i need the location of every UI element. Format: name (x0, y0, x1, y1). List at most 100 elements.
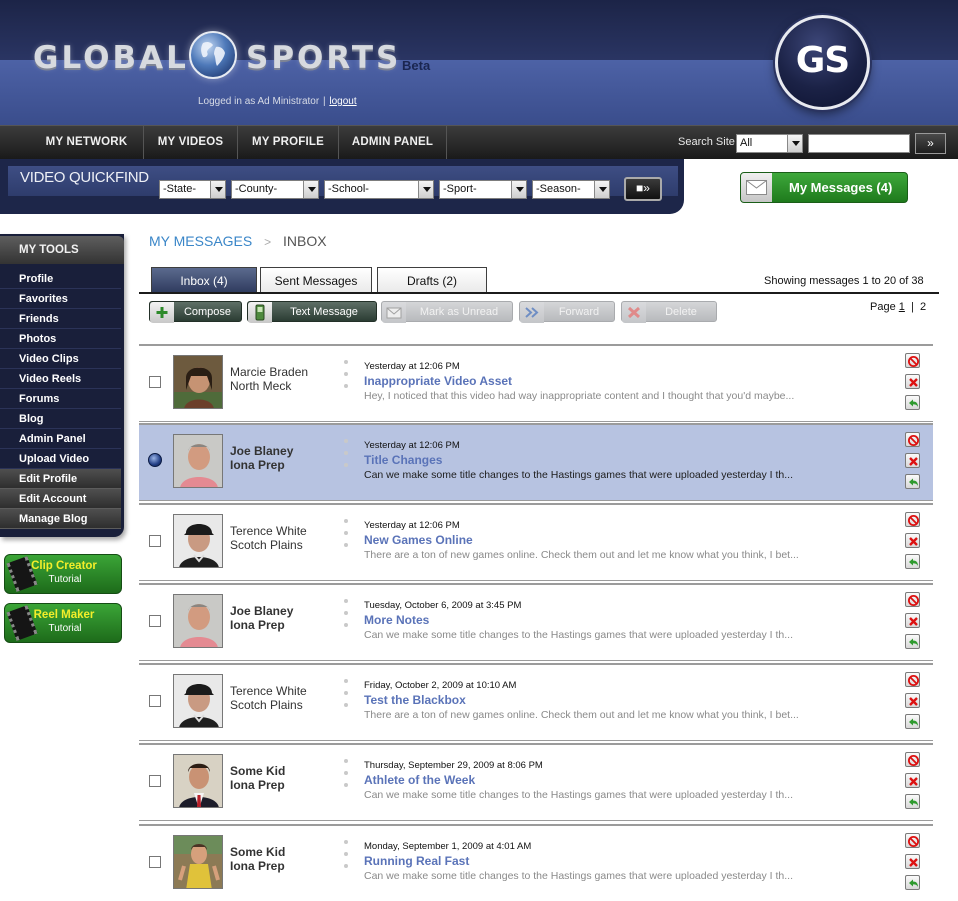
globe-icon[interactable] (189, 31, 237, 79)
block-icon[interactable] (905, 592, 920, 607)
sidebar-item-forums[interactable]: Forums (0, 389, 121, 409)
delete-button[interactable]: Delete (621, 301, 717, 323)
delete-icon[interactable] (905, 453, 920, 468)
message-row[interactable]: Some Kid Iona Prep Thursday, September 2… (139, 743, 933, 821)
message-checkbox[interactable] (149, 615, 161, 627)
forward-button[interactable]: Forward (519, 301, 615, 323)
compose-button[interactable]: Compose (149, 301, 242, 323)
forward-arrows-icon (520, 302, 544, 323)
avatar[interactable] (173, 835, 223, 889)
envelope-icon (741, 173, 772, 202)
message-subject[interactable]: Athlete of the Week (364, 773, 475, 787)
sender: Some Kid Iona Prep (230, 764, 285, 792)
delete-icon[interactable] (905, 773, 920, 788)
search-scope-select[interactable]: All (736, 134, 803, 153)
message-row[interactable]: Marcie Braden North Meck Yesterday at 12… (139, 344, 933, 422)
sport-select[interactable]: -Sport- (439, 180, 527, 199)
page-1-link[interactable]: 1 (899, 301, 905, 313)
season-select[interactable]: -Season- (532, 180, 610, 199)
sidebar-item-admin-panel[interactable]: Admin Panel (0, 429, 121, 449)
separator-dots (344, 840, 348, 880)
message-subject[interactable]: More Notes (364, 613, 429, 627)
tab-drafts[interactable]: Drafts (2) (377, 267, 487, 293)
sidebar-item-video-reels[interactable]: Video Reels (0, 369, 121, 389)
breadcrumb-my-messages[interactable]: MY MESSAGES (149, 233, 252, 249)
nav-my-videos[interactable]: MY VIDEOS (144, 126, 237, 160)
sidebar-item-favorites[interactable]: Favorites (0, 289, 121, 309)
breadcrumb-current: INBOX (283, 233, 327, 249)
message-row[interactable]: Terence White Scotch Plains Friday, Octo… (139, 663, 933, 741)
message-preview: There are a ton of new games online. Che… (364, 549, 799, 561)
reply-icon[interactable] (905, 554, 920, 569)
logo-global-word[interactable]: GLOBAL (33, 40, 189, 76)
block-icon[interactable] (905, 512, 920, 527)
page-2-link[interactable]: 2 (920, 301, 926, 313)
message-subject[interactable]: Inappropriate Video Asset (364, 374, 512, 388)
message-checkbox[interactable] (149, 535, 161, 547)
reply-icon[interactable] (905, 794, 920, 809)
nav-admin-panel[interactable]: ADMIN PANEL (339, 126, 446, 160)
quickfind-go-button[interactable]: ■» (624, 177, 662, 201)
state-select[interactable]: -State- (159, 180, 226, 199)
reply-icon[interactable] (905, 395, 920, 410)
message-checkbox[interactable] (149, 695, 161, 707)
message-checkbox[interactable] (149, 856, 161, 868)
county-select[interactable]: -County- (231, 180, 319, 199)
tab-sent-messages[interactable]: Sent Messages (260, 267, 372, 293)
delete-icon[interactable] (905, 533, 920, 548)
reply-icon[interactable] (905, 634, 920, 649)
selected-globe-icon[interactable] (148, 453, 162, 467)
sidebar-item-edit-account[interactable]: Edit Account (0, 489, 121, 509)
tab-inbox[interactable]: Inbox (4) (151, 267, 257, 293)
message-row[interactable]: Joe Blaney Iona Prep Tuesday, October 6,… (139, 583, 933, 661)
sidebar-item-manage-blog[interactable]: Manage Blog (0, 509, 121, 529)
sidebar-item-edit-profile[interactable]: Edit Profile (0, 469, 121, 489)
message-checkbox[interactable] (149, 376, 161, 388)
mark-as-unread-button[interactable]: Mark as Unread (381, 301, 513, 323)
reel-maker-tutorial-button[interactable]: Reel Maker Tutorial (4, 603, 122, 643)
message-subject[interactable]: Title Changes (364, 453, 442, 467)
message-checkbox[interactable] (149, 775, 161, 787)
sidebar-item-profile[interactable]: Profile (0, 269, 121, 289)
avatar[interactable] (173, 434, 223, 488)
nav-my-profile[interactable]: MY PROFILE (238, 126, 338, 160)
block-icon[interactable] (905, 672, 920, 687)
reply-icon[interactable] (905, 474, 920, 489)
school-select[interactable]: -School- (324, 180, 434, 199)
gs-badge-logo[interactable]: GS (775, 15, 870, 110)
my-messages-button[interactable]: My Messages (4) (740, 172, 908, 203)
message-row[interactable]: Terence White Scotch Plains Yesterday at… (139, 503, 933, 581)
sidebar-item-upload-video[interactable]: Upload Video (0, 449, 121, 469)
avatar[interactable] (173, 674, 223, 728)
block-icon[interactable] (905, 833, 920, 848)
message-row[interactable]: Some Kid Iona Prep Monday, September 1, … (139, 824, 933, 900)
text-message-button[interactable]: Text Message (247, 301, 377, 323)
clip-creator-tutorial-button[interactable]: Clip Creator Tutorial (4, 554, 122, 594)
delete-icon[interactable] (905, 613, 920, 628)
sidebar-item-friends[interactable]: Friends (0, 309, 121, 329)
logout-link[interactable]: logout (329, 96, 356, 107)
block-icon[interactable] (905, 432, 920, 447)
delete-icon[interactable] (905, 854, 920, 869)
message-subject[interactable]: Test the Blackbox (364, 693, 466, 707)
avatar[interactable] (173, 514, 223, 568)
nav-my-network[interactable]: MY NETWORK (30, 126, 143, 160)
reply-icon[interactable] (905, 714, 920, 729)
delete-icon[interactable] (905, 693, 920, 708)
avatar[interactable] (173, 754, 223, 808)
avatar[interactable] (173, 355, 223, 409)
logo-sports-word[interactable]: SPORTS (246, 40, 401, 76)
message-subject[interactable]: New Games Online (364, 533, 473, 547)
search-go-button[interactable]: » (915, 133, 946, 154)
block-icon[interactable] (905, 353, 920, 368)
delete-icon[interactable] (905, 374, 920, 389)
search-input[interactable] (808, 134, 910, 153)
block-icon[interactable] (905, 752, 920, 767)
message-subject[interactable]: Running Real Fast (364, 854, 469, 868)
sidebar-item-video-clips[interactable]: Video Clips (0, 349, 121, 369)
message-row-selected[interactable]: Joe Blaney Iona Prep Yesterday at 12:06 … (139, 423, 933, 501)
sidebar-item-photos[interactable]: Photos (0, 329, 121, 349)
avatar[interactable] (173, 594, 223, 648)
reply-icon[interactable] (905, 875, 920, 890)
sidebar-item-blog[interactable]: Blog (0, 409, 121, 429)
